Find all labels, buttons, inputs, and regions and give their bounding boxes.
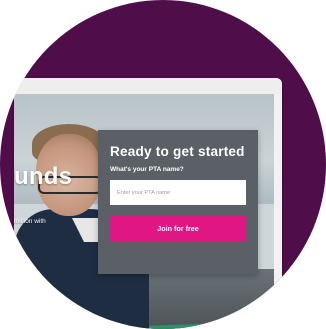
join-for-free-button[interactable]: Join for free: [110, 216, 246, 241]
browser-top-bar: [14, 78, 282, 94]
screenshot-stage: unds million with Ready to get started W…: [0, 0, 326, 329]
hero-headline-partial: unds: [14, 163, 73, 190]
signup-title: Ready to get started: [110, 144, 245, 159]
hero-section: unds million with Ready to get started W…: [14, 94, 274, 329]
hero-subtext-partial: million with: [14, 218, 46, 225]
pta-name-label: What's your PTA name?: [110, 166, 184, 173]
purple-circle-mask: unds million with Ready to get started W…: [0, 0, 326, 329]
signup-card: Ready to get started What's your PTA nam…: [98, 130, 258, 274]
pta-name-input[interactable]: [110, 180, 246, 205]
